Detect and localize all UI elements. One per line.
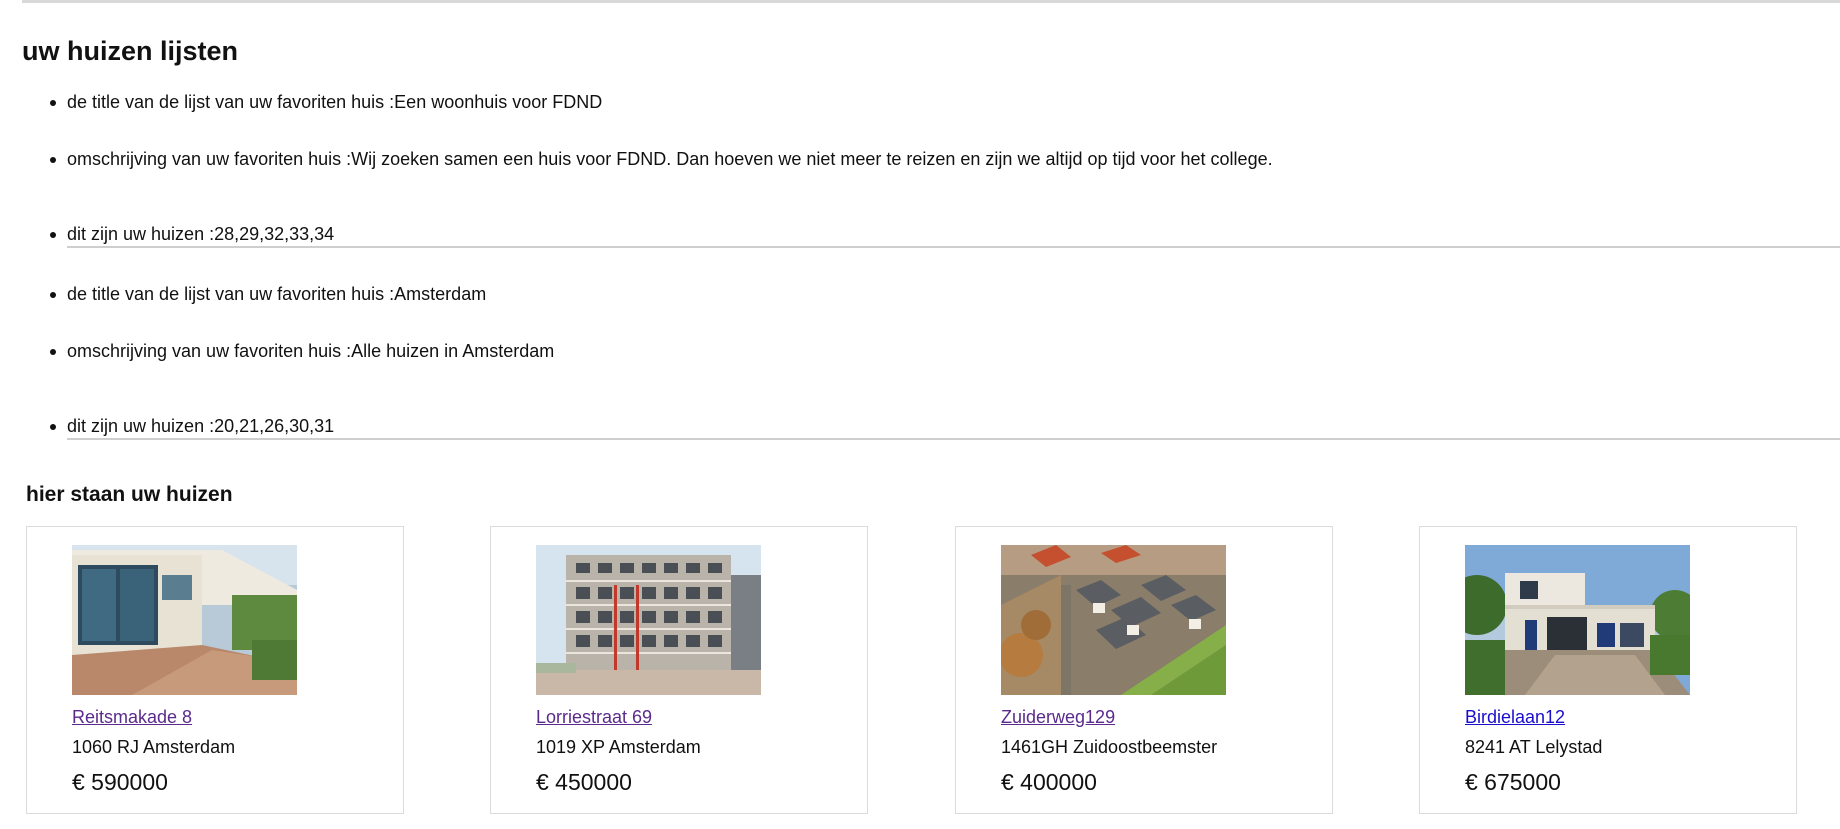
list-divider bbox=[67, 438, 1840, 440]
house-price: € 450000 bbox=[536, 769, 632, 795]
list-title-line: de title van de lijst van uw favoriten h… bbox=[49, 284, 487, 304]
list-description-line: omschrijving van uw favoriten huis :Alle… bbox=[49, 341, 555, 361]
house-price: € 400000 bbox=[1001, 769, 1097, 795]
house-city: 1060 RJ Amsterdam bbox=[72, 737, 236, 757]
house-street-link[interactable]: Reitsmakade 8 bbox=[72, 707, 192, 728]
house-city: 1019 XP Amsterdam bbox=[536, 737, 701, 757]
house-city: 8241 AT Lelystad bbox=[1465, 737, 1603, 757]
aerial-village-photo bbox=[1001, 545, 1226, 695]
list-description-line: omschrijving van uw favoriten huis :Wij … bbox=[50, 149, 1273, 169]
list-houses-line: dit zijn uw huizen :20,21,26,30,31 bbox=[49, 416, 335, 436]
house-street-link[interactable]: Birdielaan12 bbox=[1465, 707, 1565, 728]
list-title-line: de title van de lijst van uw favoriten h… bbox=[49, 92, 603, 112]
house-city: 1461GH Zuidoostbeemster bbox=[1001, 737, 1218, 757]
apartment-building-photo bbox=[536, 545, 761, 695]
list-houses-line: dit zijn uw huizen :28,29,32,33,34 bbox=[49, 224, 335, 244]
house-card: Lorriestraat 69 1019 XP Amsterdam € 4500… bbox=[490, 526, 868, 814]
houses-section-title: hier staan uw huizen bbox=[26, 483, 233, 506]
list-divider bbox=[67, 246, 1840, 248]
house-street-link[interactable]: Zuiderweg129 bbox=[1001, 707, 1115, 728]
bungalow-terrace-photo bbox=[72, 545, 297, 695]
house-price: € 675000 bbox=[1465, 769, 1561, 795]
modern-villa-photo bbox=[1465, 545, 1690, 695]
top-divider bbox=[22, 0, 1840, 3]
page-title: uw huizen lijsten bbox=[22, 36, 239, 66]
house-street-link[interactable]: Lorriestraat 69 bbox=[536, 707, 652, 728]
house-card: Reitsmakade 8 1060 RJ Amsterdam € 590000 bbox=[26, 526, 404, 814]
house-card: Birdielaan12 8241 AT Lelystad € 675000 bbox=[1419, 526, 1797, 814]
house-card: Zuiderweg129 1461GH Zuidoostbeemster € 4… bbox=[955, 526, 1333, 814]
house-price: € 590000 bbox=[72, 769, 168, 795]
